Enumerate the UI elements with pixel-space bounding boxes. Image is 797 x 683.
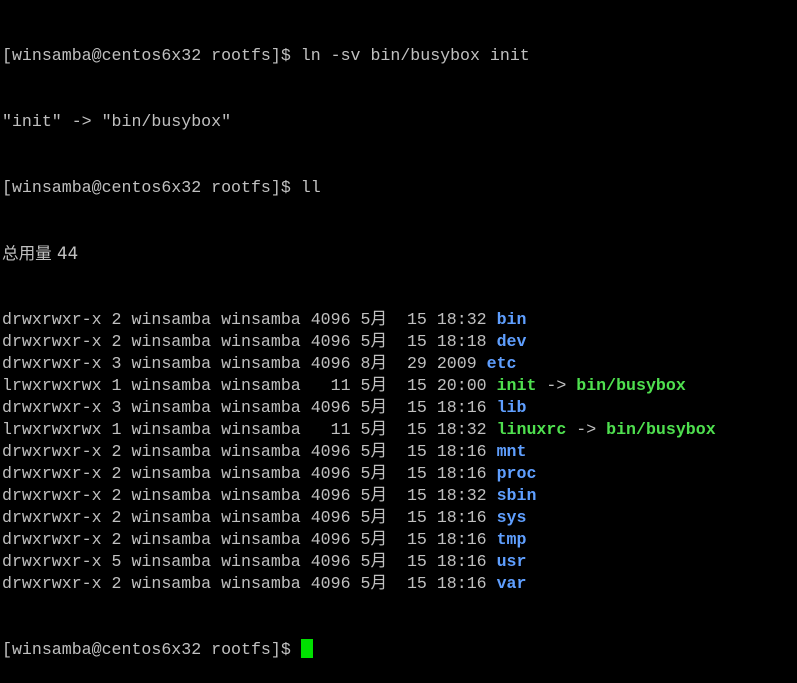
file-metadata: lrwxrwxrwx 1 winsamba winsamba 11 5月 15 …: [2, 376, 497, 395]
directory-name: usr: [496, 552, 527, 571]
text-cursor: [300, 639, 313, 658]
listing-row: drwxrwxr-x 2 winsamba winsamba 4096 5月 1…: [2, 309, 797, 331]
symlink-arrow: ->: [536, 376, 577, 395]
file-metadata: drwxrwxr-x 2 winsamba winsamba 4096 5月 1…: [2, 530, 497, 549]
directory-name: proc: [496, 464, 537, 483]
symlink-target: bin/busybox: [606, 420, 716, 439]
directory-name: bin: [496, 310, 527, 329]
command-line-ln: [winsamba@centos6x32 rootfs]$ ln -sv bin…: [2, 46, 530, 65]
directory-name: sys: [496, 508, 527, 527]
listing-row: drwxrwxr-x 2 winsamba winsamba 4096 5月 1…: [2, 463, 797, 485]
file-metadata: drwxrwxr-x 3 winsamba winsamba 4096 8月 2…: [2, 354, 487, 373]
terminal-window[interactable]: [winsamba@centos6x32 rootfs]$ ln -sv bin…: [0, 0, 797, 659]
file-metadata: drwxrwxr-x 2 winsamba winsamba 4096 5月 1…: [2, 486, 497, 505]
listing-row: drwxrwxr-x 2 winsamba winsamba 4096 5月 1…: [2, 507, 797, 529]
file-metadata: lrwxrwxrwx 1 winsamba winsamba 11 5月 15 …: [2, 420, 497, 439]
listing-row: drwxrwxr-x 2 winsamba winsamba 4096 5月 1…: [2, 529, 797, 551]
directory-name: var: [496, 574, 527, 593]
listing-row: drwxrwxr-x 3 winsamba winsamba 4096 8月 2…: [2, 353, 797, 375]
file-metadata: drwxrwxr-x 2 winsamba winsamba 4096 5月 1…: [2, 442, 497, 461]
listing-row: drwxrwxr-x 3 winsamba winsamba 4096 5月 1…: [2, 397, 797, 419]
file-metadata: drwxrwxr-x 2 winsamba winsamba 4096 5月 1…: [2, 508, 497, 527]
ln-output: "init" -> "bin/busybox": [2, 112, 232, 131]
current-prompt-line[interactable]: [winsamba@centos6x32 rootfs]$: [2, 639, 797, 661]
file-metadata: drwxrwxr-x 2 winsamba winsamba 4096 5月 1…: [2, 332, 497, 351]
listing-row: lrwxrwxrwx 1 winsamba winsamba 11 5月 15 …: [2, 419, 797, 441]
symlink-name: init: [496, 376, 537, 395]
symlink-name: linuxrc: [496, 420, 567, 439]
listing-row: drwxrwxr-x 5 winsamba winsamba 4096 5月 1…: [2, 551, 797, 573]
directory-name: etc: [486, 354, 517, 373]
directory-listing: drwxrwxr-x 2 winsamba winsamba 4096 5月 1…: [2, 309, 797, 595]
file-metadata: drwxrwxr-x 2 winsamba winsamba 4096 5月 1…: [2, 574, 497, 593]
listing-row: drwxrwxr-x 2 winsamba winsamba 4096 5月 1…: [2, 573, 797, 595]
listing-row: lrwxrwxrwx 1 winsamba winsamba 11 5月 15 …: [2, 375, 797, 397]
symlink-target: bin/busybox: [576, 376, 686, 395]
directory-name: dev: [496, 332, 527, 351]
directory-name: mnt: [496, 442, 527, 461]
file-metadata: drwxrwxr-x 2 winsamba winsamba 4096 5月 1…: [2, 310, 497, 329]
directory-name: sbin: [496, 486, 537, 505]
listing-row: drwxrwxr-x 2 winsamba winsamba 4096 5月 1…: [2, 331, 797, 353]
directory-name: tmp: [496, 530, 527, 549]
prompt-text: [winsamba@centos6x32 rootfs]$: [2, 640, 291, 659]
total-size-line: 总用量 44: [2, 244, 79, 263]
file-metadata: drwxrwxr-x 5 winsamba winsamba 4096 5月 1…: [2, 552, 497, 571]
command-line-ll: [winsamba@centos6x32 rootfs]$ ll: [2, 178, 321, 197]
listing-row: drwxrwxr-x 2 winsamba winsamba 4096 5月 1…: [2, 441, 797, 463]
symlink-arrow: ->: [566, 420, 607, 439]
listing-row: drwxrwxr-x 2 winsamba winsamba 4096 5月 1…: [2, 485, 797, 507]
file-metadata: drwxrwxr-x 2 winsamba winsamba 4096 5月 1…: [2, 464, 497, 483]
